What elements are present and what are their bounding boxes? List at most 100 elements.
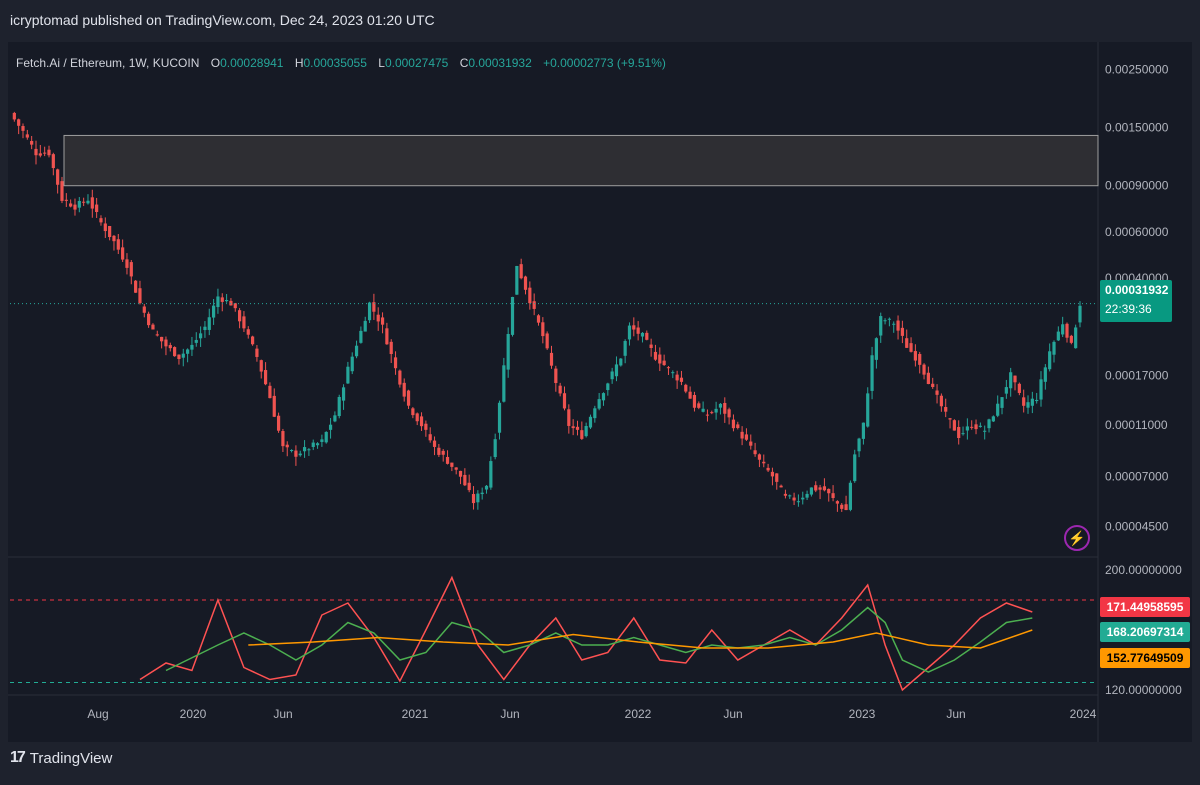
candle-body	[835, 501, 840, 504]
candle-body	[1052, 341, 1056, 355]
candle-body	[783, 493, 788, 496]
close-value: 0.00031932	[468, 56, 532, 70]
candle-body	[991, 416, 995, 422]
candle-body	[705, 414, 710, 416]
candle-body	[333, 415, 337, 422]
candle-body	[489, 461, 493, 488]
candle-body	[506, 334, 510, 370]
candle-body	[619, 358, 623, 366]
candle-body	[164, 339, 168, 347]
candle-body	[1043, 367, 1047, 382]
time-tick-label: 2021	[402, 707, 429, 721]
candle-body	[285, 444, 289, 448]
candle-body	[809, 487, 814, 495]
candle-body	[558, 385, 562, 394]
time-tick-label: 2020	[180, 707, 207, 721]
candle-body	[138, 288, 142, 304]
candle-body	[879, 316, 883, 336]
candle-body	[1030, 398, 1034, 406]
candle-body	[177, 354, 181, 360]
candle-body	[108, 226, 112, 238]
candle-body	[1048, 351, 1052, 370]
candle-body	[60, 181, 64, 201]
candle-body	[471, 494, 476, 504]
candle-body	[974, 424, 978, 430]
candle-body	[827, 488, 831, 494]
candle-body	[822, 486, 827, 491]
tradingview-logo[interactable]: 17 TradingView	[10, 749, 112, 767]
price-tick-label: 0.00007000	[1105, 469, 1169, 483]
candle-body	[315, 443, 320, 446]
time-tick-label: 2022	[625, 707, 652, 721]
candle-body	[160, 336, 164, 342]
candle-body	[437, 447, 441, 455]
candle-body	[848, 482, 853, 510]
candle-body	[636, 327, 640, 334]
time-tick-label: 2023	[849, 707, 876, 721]
resistance-zone	[63, 134, 1099, 187]
candle-body	[861, 422, 866, 439]
candle-body	[744, 434, 749, 440]
candle-body	[653, 351, 658, 360]
candle-body	[51, 154, 55, 169]
lightning-icon[interactable]: ⚡	[1064, 525, 1090, 551]
candle-body	[216, 296, 220, 308]
candle-body	[147, 313, 151, 326]
candle-body	[125, 259, 129, 268]
bar-countdown-label: 22:39:36	[1105, 302, 1152, 316]
candle-body	[73, 204, 77, 210]
candle-body	[697, 403, 701, 408]
candle-body	[272, 395, 276, 417]
candle-body	[792, 497, 796, 501]
candle-body	[571, 426, 575, 429]
time-tick-label: Aug	[87, 707, 108, 721]
candle-body	[905, 338, 909, 348]
candle-body	[199, 333, 203, 339]
candle-body	[675, 374, 679, 381]
candle-body	[549, 352, 554, 366]
tradingview-logo-text: TradingView	[29, 749, 113, 767]
candle-body	[38, 153, 42, 156]
candle-body	[1074, 327, 1078, 349]
candle-body	[47, 149, 51, 156]
candle-body	[523, 276, 528, 290]
candle-body	[944, 407, 948, 412]
candle-body	[896, 320, 900, 331]
candle-body	[957, 426, 961, 439]
candle-body	[1035, 399, 1039, 402]
candle-body	[173, 347, 177, 357]
candle-body	[324, 431, 328, 443]
candle-body	[632, 325, 636, 330]
low-value: 0.00027475	[384, 56, 449, 70]
candle-body	[900, 327, 904, 336]
candle-body	[926, 372, 930, 385]
candle-body	[77, 200, 81, 208]
candle-body	[502, 365, 506, 402]
candle-body	[69, 203, 73, 207]
candle-body	[987, 419, 991, 429]
candle-body	[497, 402, 502, 433]
candle-body	[623, 341, 627, 356]
candle-body	[268, 385, 272, 399]
candle-body	[883, 320, 887, 322]
candle-body	[1017, 383, 1021, 393]
candle-body	[684, 384, 688, 392]
candle-body	[614, 364, 619, 377]
candle-body	[597, 399, 601, 409]
candle-body	[311, 442, 315, 447]
candle-body	[606, 383, 610, 391]
candle-body	[692, 395, 697, 408]
candle-body	[428, 434, 432, 441]
candle-body	[190, 344, 194, 350]
candle-body	[584, 425, 588, 437]
candle-body	[710, 412, 714, 414]
candle-body	[467, 482, 471, 491]
candle-body	[714, 408, 718, 413]
open-value: 0.00028941	[220, 56, 284, 70]
candle-body	[567, 409, 571, 426]
candle-body	[887, 318, 891, 320]
candle-body	[103, 223, 107, 232]
price-chart[interactable]: 0.00250000 0.00150000 0.00090000 0.00060000…	[0, 0, 1200, 785]
candle-body	[168, 345, 172, 349]
candle-body	[454, 467, 458, 470]
